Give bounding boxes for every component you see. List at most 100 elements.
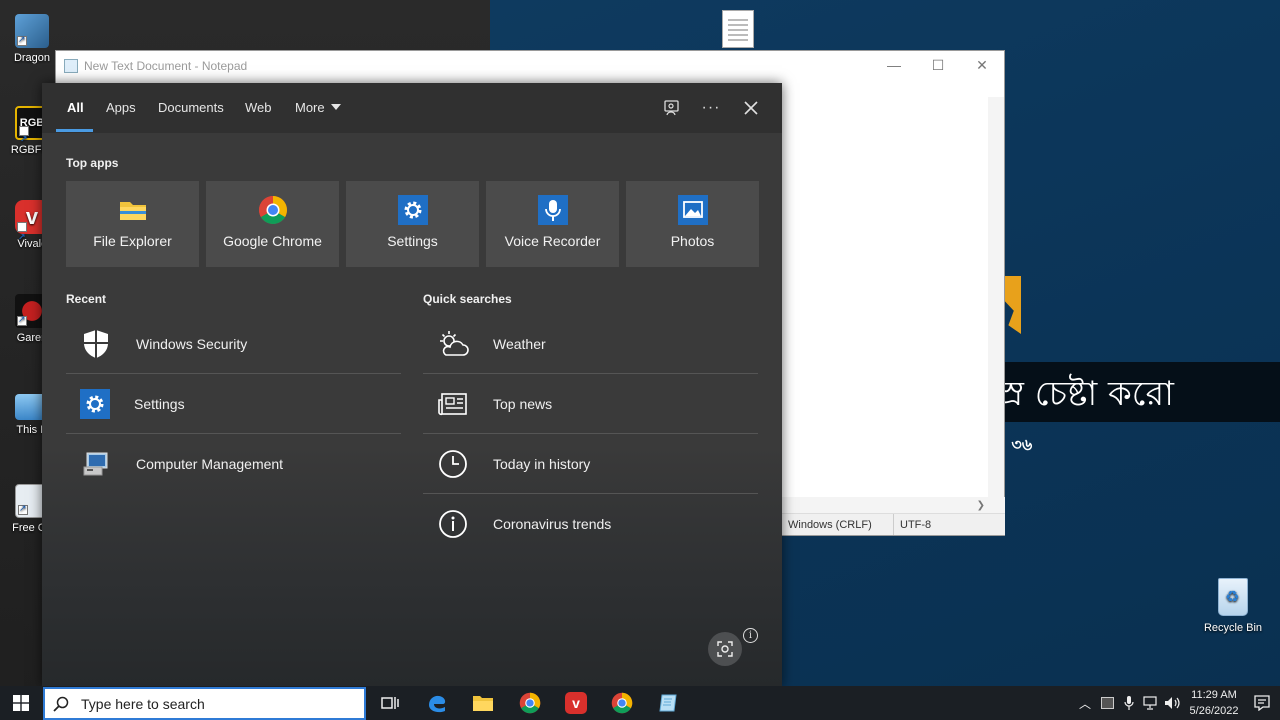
close-search-button[interactable] — [737, 95, 765, 121]
recycle-bin-label: Recycle Bin — [1203, 622, 1263, 634]
recent-item-label: Settings — [134, 396, 185, 412]
scroll-right-icon[interactable]: ❯ — [977, 500, 985, 511]
network-icon[interactable] — [1140, 686, 1162, 720]
quick-search-label: Top news — [493, 396, 553, 412]
quick-searches-heading: Quick searches — [423, 292, 512, 306]
taskbar-notepad[interactable] — [645, 686, 691, 720]
active-tab-indicator — [56, 129, 93, 132]
quick-search-weather[interactable]: Weather — [423, 314, 758, 374]
minimize-button[interactable]: — — [872, 51, 916, 79]
top-apps-heading: Top apps — [66, 156, 119, 170]
shield-icon — [80, 328, 112, 360]
dragon-icon — [15, 14, 49, 48]
more-options-icon[interactable]: ··· — [697, 95, 725, 121]
taskbar-chrome[interactable] — [507, 686, 553, 720]
edge-icon — [429, 695, 446, 713]
text-document-icon[interactable] — [722, 10, 754, 48]
start-button[interactable] — [0, 686, 42, 720]
camera-search-icon — [717, 641, 733, 657]
computer-management-icon — [80, 448, 112, 480]
notepad-title: New Text Document - Notepad — [84, 59, 248, 73]
notification-icon — [1254, 695, 1270, 711]
tab-documents[interactable]: Documents — [158, 100, 224, 115]
shortcut-arrow-icon — [19, 124, 29, 154]
task-view-button[interactable] — [367, 686, 413, 720]
quick-search-label: Today in history — [493, 456, 591, 472]
tab-apps[interactable]: Apps — [106, 100, 136, 115]
quick-search-top-news[interactable]: Top news — [423, 374, 758, 434]
chevron-down-icon — [330, 104, 341, 110]
windows-logo-icon — [13, 695, 29, 711]
search-tabs: All Apps Documents Web More ··· — [42, 83, 782, 133]
microphone-icon[interactable] — [1118, 686, 1140, 720]
info-icon[interactable]: i — [743, 628, 758, 643]
top-app-voice-recorder[interactable]: Voice Recorder — [486, 181, 619, 267]
horizontal-scrollbar[interactable]: ❯ — [781, 497, 1005, 513]
notepad-icon — [659, 694, 677, 712]
notepad-icon — [64, 59, 78, 73]
recent-item-computer-management[interactable]: Computer Management — [66, 434, 401, 494]
feedback-button[interactable] — [658, 95, 686, 121]
gear-icon — [80, 389, 110, 419]
clock-icon — [437, 448, 469, 480]
notification-center-button[interactable] — [1244, 686, 1280, 720]
top-app-label: Settings — [387, 233, 438, 249]
clock-date: 5/26/2022 — [1189, 705, 1239, 717]
task-view-icon — [381, 697, 399, 709]
volume-icon[interactable] — [1162, 686, 1184, 720]
top-app-label: Google Chrome — [223, 233, 322, 249]
tray-app-icon[interactable] — [1096, 686, 1118, 720]
close-icon — [744, 101, 758, 115]
taskbar: Type here to search v ︿ 11:29 AM 5/26/20 — [0, 686, 1280, 720]
top-app-settings[interactable]: Settings — [346, 181, 479, 267]
maximize-button[interactable]: ☐ — [916, 51, 960, 79]
taskbar-chrome-profile[interactable] — [599, 686, 645, 720]
notepad-statusbar: Windows (CRLF) UTF-8 — [781, 513, 1005, 535]
wallpaper-text: স্রে চেষ্টা করো — [985, 374, 1175, 414]
taskbar-clock[interactable]: 11:29 AM 5/26/2022 — [1184, 687, 1244, 719]
chrome-icon — [611, 692, 633, 714]
recent-item-settings[interactable]: Settings — [66, 374, 401, 434]
taskbar-file-explorer[interactable] — [460, 686, 506, 720]
search-placeholder: Type here to search — [81, 695, 205, 712]
notepad-titlebar[interactable]: New Text Document - Notepad — [56, 51, 1004, 81]
tab-all[interactable]: All — [67, 100, 84, 115]
top-app-label: File Explorer — [93, 233, 172, 249]
desktop-icon-recycle-bin[interactable]: Recycle Bin — [1200, 578, 1266, 634]
vertical-scrollbar[interactable] — [988, 97, 1004, 513]
chrome-icon — [258, 195, 288, 225]
quick-search-label: Weather — [493, 336, 546, 352]
quick-search-today-in-history[interactable]: Today in history — [423, 434, 758, 494]
top-app-file-explorer[interactable]: File Explorer — [66, 181, 199, 267]
chrome-icon — [519, 692, 541, 714]
weather-icon — [437, 328, 469, 360]
search-panel: All Apps Documents Web More ··· Top apps… — [42, 83, 782, 687]
taskbar-edge[interactable] — [414, 686, 460, 720]
shortcut-arrow-icon — [17, 220, 27, 254]
encoding-status: UTF-8 — [893, 514, 937, 535]
microphone-icon — [537, 195, 568, 225]
visual-search-button[interactable] — [708, 632, 742, 666]
tab-web[interactable]: Web — [245, 100, 272, 115]
vivaldi-icon: v — [565, 692, 587, 714]
recent-heading: Recent — [66, 292, 107, 306]
newspaper-icon — [437, 388, 469, 420]
tab-more[interactable]: More — [295, 100, 341, 115]
recent-item-label: Computer Management — [136, 456, 284, 472]
desktop-icon-dragon[interactable]: Dragon — [4, 14, 60, 64]
taskbar-vivaldi[interactable]: v — [553, 686, 599, 720]
recent-item-windows-security[interactable]: Windows Security — [66, 314, 401, 374]
quick-search-coronavirus-trends[interactable]: Coronavirus trends — [423, 494, 758, 554]
recent-item-label: Windows Security — [136, 336, 248, 352]
search-icon — [53, 696, 69, 712]
top-app-google-chrome[interactable]: Google Chrome — [206, 181, 339, 267]
chevron-up-icon[interactable]: ︿ — [1074, 686, 1096, 720]
shortcut-arrow-icon — [17, 314, 27, 326]
taskbar-search-box[interactable]: Type here to search — [43, 687, 366, 720]
desktop-icon-label: Dragon — [13, 52, 51, 64]
close-button[interactable]: ✕ — [960, 51, 1004, 79]
top-app-photos[interactable]: Photos — [626, 181, 759, 267]
quick-search-label: Coronavirus trends — [493, 516, 612, 532]
top-app-label: Photos — [670, 233, 715, 249]
recycle-bin-icon — [1218, 578, 1248, 616]
